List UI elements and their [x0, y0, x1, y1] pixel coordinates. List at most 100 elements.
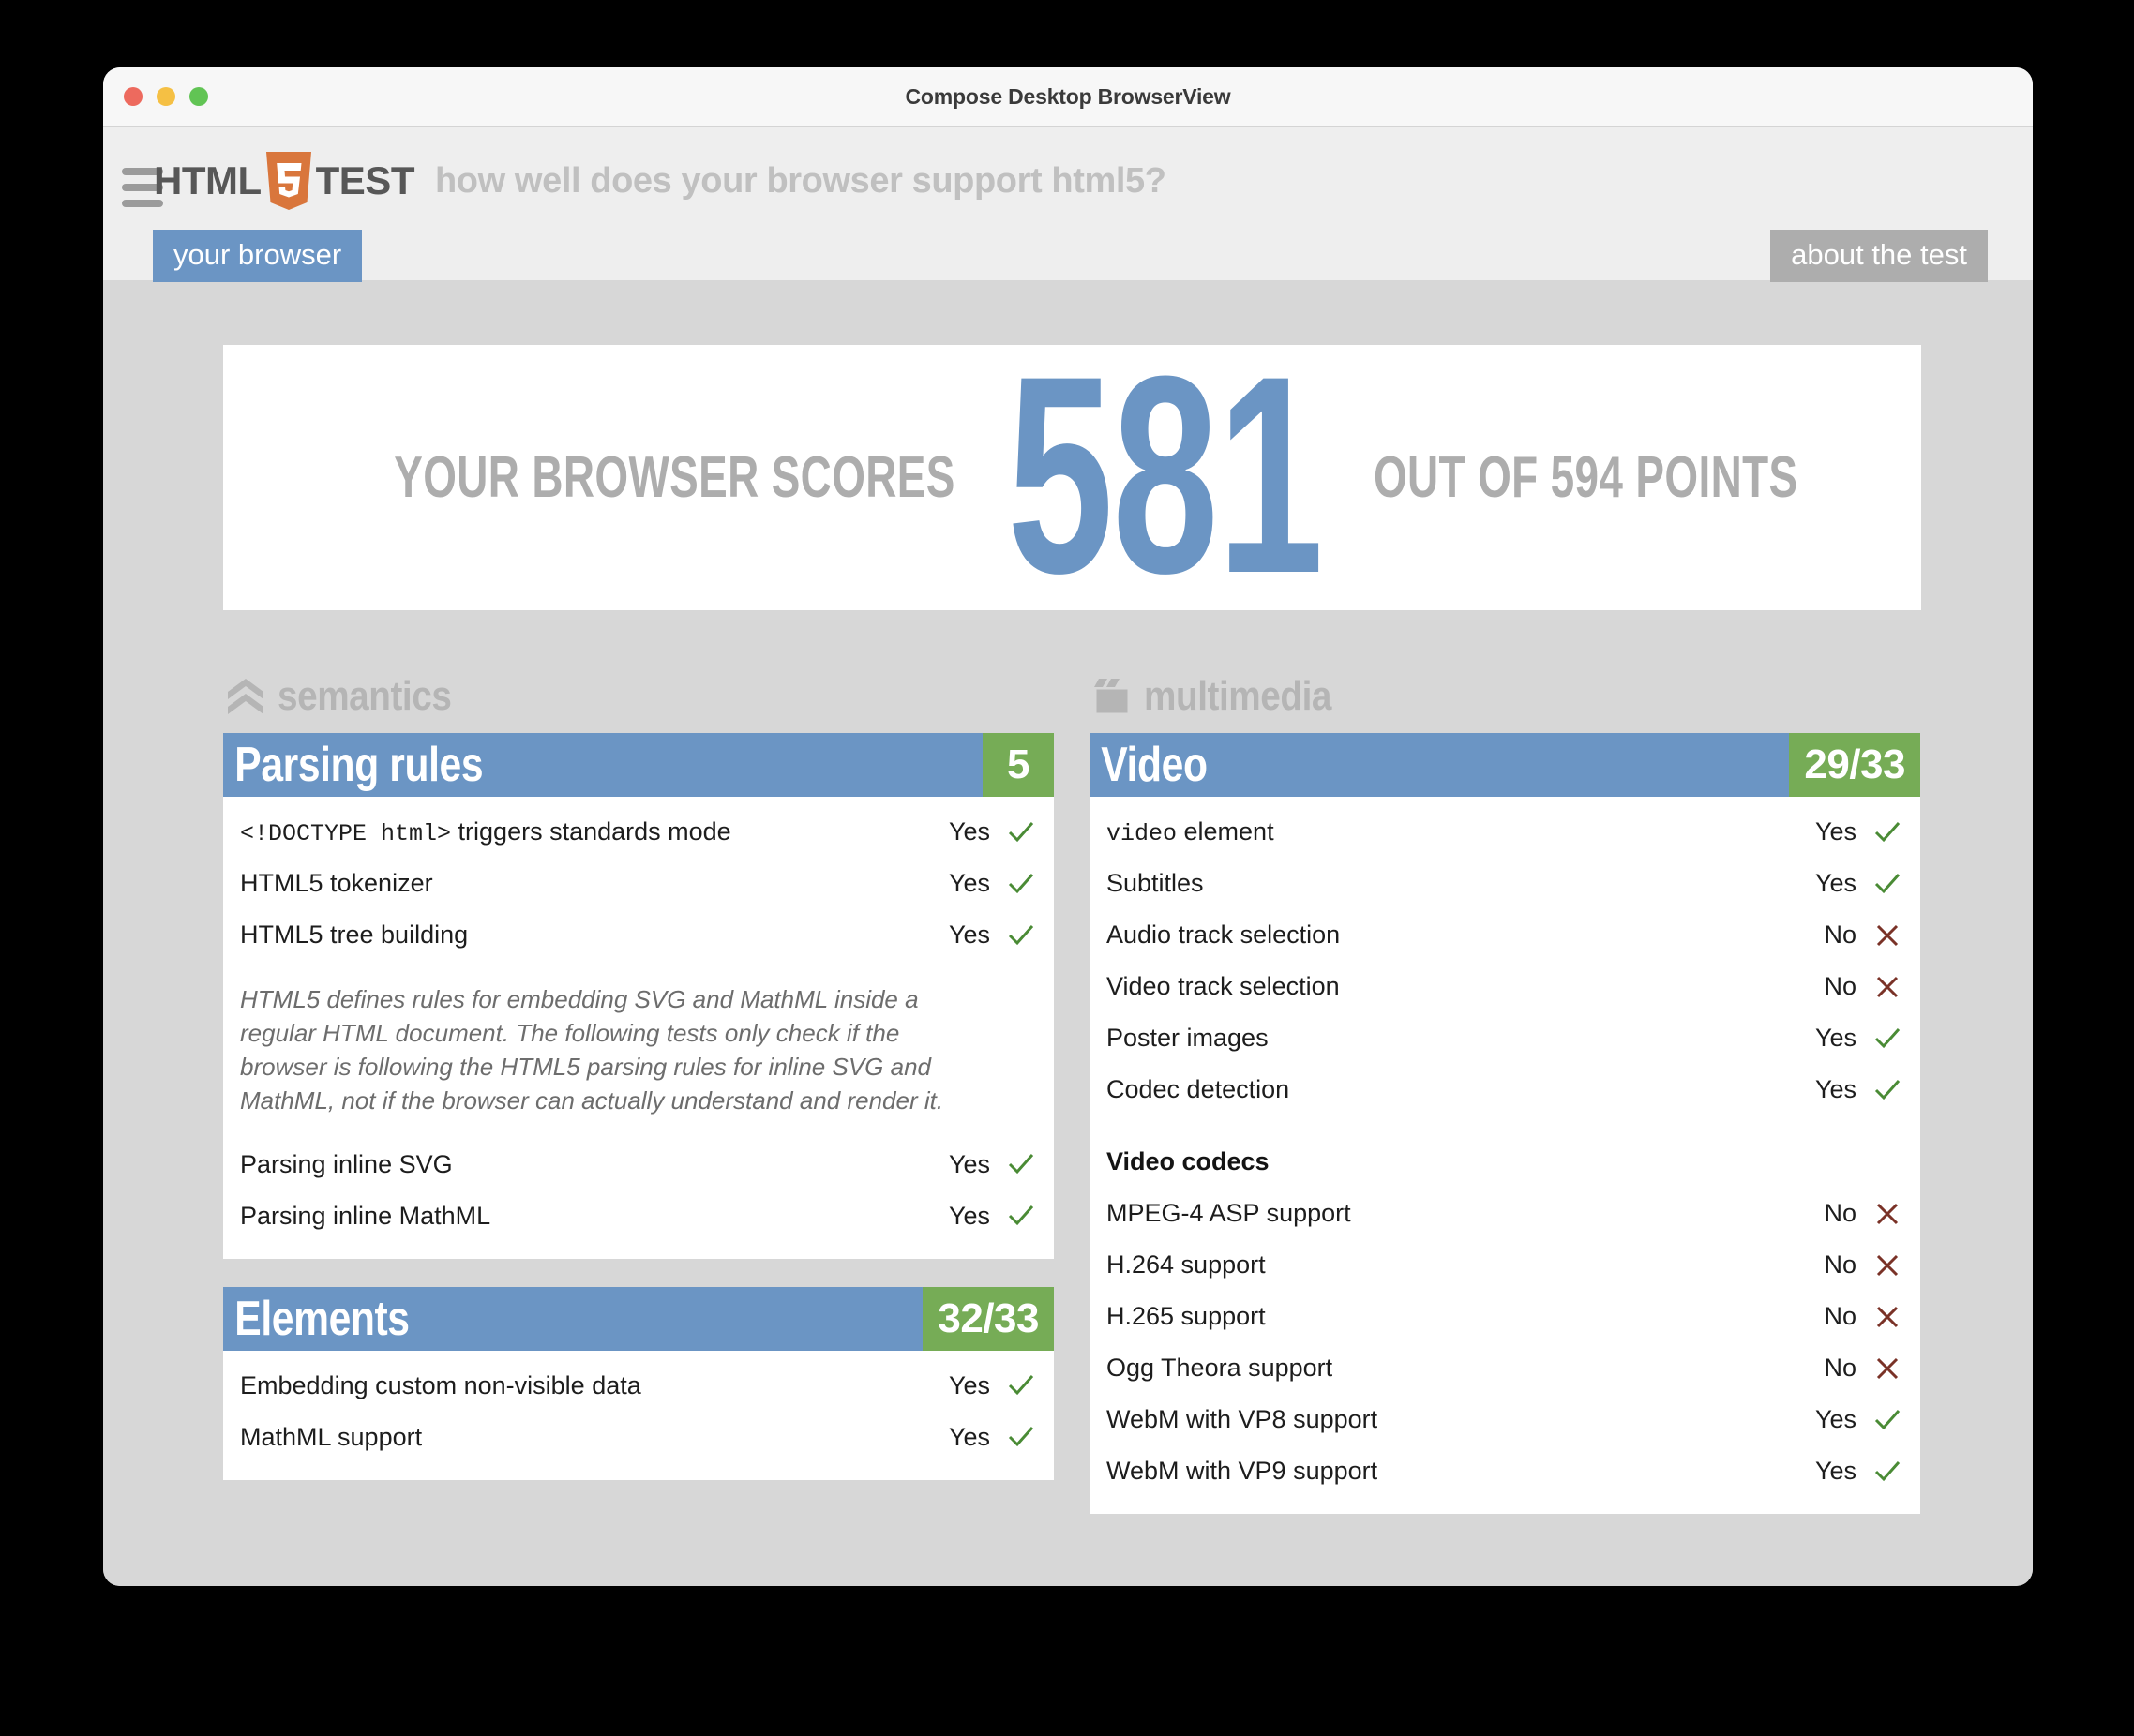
minimize-button[interactable]	[157, 87, 175, 106]
check-icon-wrap	[1871, 818, 1903, 846]
test-verdict: Yes	[1814, 1075, 1856, 1103]
test-verdict: Yes	[1814, 817, 1856, 846]
chevron-stack-icon	[228, 679, 263, 714]
check-icon-wrap	[1005, 1371, 1037, 1399]
check-icon	[1874, 1079, 1901, 1100]
test-verdict: Yes	[948, 1201, 990, 1230]
result-card: Video 29/33 video element Yes Subtitles Yes Au…	[1090, 733, 1920, 1514]
site-logo[interactable]: HTML TEST how well does your browser sup…	[154, 152, 1166, 210]
close-button[interactable]	[124, 87, 143, 106]
test-label: H.264 support	[1106, 1250, 1266, 1279]
cross-icon-wrap	[1871, 1355, 1903, 1382]
test-label: HTML5 tree building	[240, 920, 469, 949]
card-title: Elements	[234, 1291, 410, 1346]
check-icon	[1008, 873, 1034, 893]
column-multimedia: multimedia Video 29/33 video element Yes Subt…	[1090, 667, 1920, 1542]
cross-icon	[1876, 976, 1899, 997]
test-verdict: No	[1824, 1199, 1856, 1227]
card-body: video element Yes Subtitles Yes Audio track …	[1090, 797, 1920, 1514]
test-label: WebM with VP8 support	[1106, 1405, 1378, 1433]
result-card: Elements 32/33 Embedding custom non-visibl…	[223, 1286, 1054, 1480]
test-row: MathML support Yes	[240, 1412, 1037, 1463]
check-icon-wrap	[1005, 870, 1037, 898]
test-row: Embedding custom non-visible data Yes	[240, 1360, 1037, 1412]
cross-icon-wrap	[1871, 922, 1903, 949]
maximize-button[interactable]	[189, 87, 208, 106]
test-label: <!DOCTYPE html> triggers standards mode	[240, 816, 731, 847]
check-icon-wrap	[1871, 1406, 1903, 1434]
test-verdict: Yes	[1814, 869, 1856, 897]
card-score-badge: 29/33	[1789, 733, 1920, 797]
test-verdict: Yes	[948, 817, 990, 846]
test-row: HTML5 tokenizer Yes	[240, 858, 1037, 909]
test-label: Ogg Theora support	[1106, 1354, 1333, 1382]
test-label: Subtitles	[1106, 869, 1204, 897]
check-icon	[1874, 1027, 1901, 1048]
cross-icon	[1876, 924, 1899, 946]
check-icon-wrap	[1871, 1025, 1903, 1053]
test-row: H.264 support No	[1106, 1239, 1903, 1291]
test-label: Codec detection	[1106, 1075, 1290, 1103]
cross-icon-wrap	[1871, 1252, 1903, 1279]
card-header[interactable]: Elements 32/33	[223, 1286, 1054, 1351]
test-verdict: No	[1824, 1354, 1856, 1382]
card-header[interactable]: Parsing rules 5	[223, 733, 1054, 797]
test-row: WebM with VP8 support Yes	[1106, 1394, 1903, 1445]
check-icon	[1008, 924, 1034, 945]
test-verdict: Yes	[948, 869, 990, 897]
site-tagline: how well does your browser support html5…	[434, 160, 1166, 201]
test-label: Parsing inline MathML	[240, 1201, 491, 1230]
app-window: Compose Desktop BrowserView HTML TEST ho…	[103, 67, 2033, 1586]
test-label: MathML support	[240, 1422, 423, 1451]
test-row: Subtitles Yes	[1106, 858, 1903, 909]
test-verdict: Yes	[1814, 1457, 1856, 1485]
test-row: <!DOCTYPE html> triggers standards mode Y…	[240, 806, 1037, 858]
window-controls	[124, 67, 208, 126]
check-icon	[1008, 1427, 1034, 1447]
check-icon-wrap	[1005, 1150, 1037, 1178]
card-header[interactable]: Video 29/33	[1090, 733, 1920, 797]
window-titlebar: Compose Desktop BrowserView	[103, 67, 2033, 127]
test-label-code: video	[1106, 819, 1178, 847]
test-row: Parsing inline SVG Yes	[240, 1139, 1037, 1190]
test-row: Ogg Theora support No	[1106, 1342, 1903, 1394]
score-suffix-label: OUT OF 594 POINTS	[1374, 445, 1798, 510]
check-icon-wrap	[1005, 921, 1037, 950]
window-title: Compose Desktop BrowserView	[905, 83, 1231, 109]
category-name: semantics	[278, 673, 452, 719]
test-label: Video track selection	[1106, 972, 1340, 1000]
cross-icon-wrap	[1871, 1201, 1903, 1227]
check-icon	[1008, 1205, 1034, 1226]
tab-your-browser[interactable]: your browser	[153, 230, 363, 282]
result-card: Parsing rules 5 <!DOCTYPE html> triggers s…	[223, 733, 1054, 1259]
check-icon-wrap	[1871, 1458, 1903, 1486]
film-clapper-icon	[1093, 679, 1131, 716]
test-row: Audio track selection No	[1106, 909, 1903, 961]
test-label: H.265 support	[1106, 1302, 1266, 1330]
score-value: 581	[1007, 345, 1324, 610]
card-subheading: Video codecs	[1106, 1147, 1270, 1175]
test-verdict: Yes	[948, 1370, 990, 1399]
cross-icon	[1876, 1254, 1899, 1276]
cross-icon	[1876, 1357, 1899, 1379]
tab-about-the-test[interactable]: about the test	[1770, 230, 1988, 282]
test-label: WebM with VP9 support	[1106, 1457, 1378, 1485]
card-title: Video	[1101, 738, 1208, 792]
score-banner: YOUR BROWSER SCORES 581 OUT OF 594 POINT…	[223, 345, 1921, 610]
test-row: MPEG-4 ASP support No	[1106, 1188, 1903, 1239]
logo-text-html: HTML	[154, 158, 262, 202]
test-label: Parsing inline SVG	[240, 1149, 453, 1178]
check-icon	[1874, 873, 1901, 893]
check-icon-wrap	[1005, 818, 1037, 846]
check-icon	[1008, 821, 1034, 842]
test-verdict: No	[1824, 1302, 1856, 1330]
check-icon	[1874, 1409, 1901, 1429]
test-label: Poster images	[1106, 1024, 1269, 1052]
test-row: WebM with VP9 support Yes	[1106, 1445, 1903, 1497]
html5-shield-icon	[264, 152, 313, 210]
card-body: Embedding custom non-visible data Yes Math…	[223, 1350, 1054, 1480]
cross-icon-wrap	[1871, 1304, 1903, 1330]
test-verdict: No	[1824, 920, 1856, 949]
card-score-badge: 5	[983, 733, 1054, 797]
test-row: video element Yes	[1106, 806, 1903, 858]
